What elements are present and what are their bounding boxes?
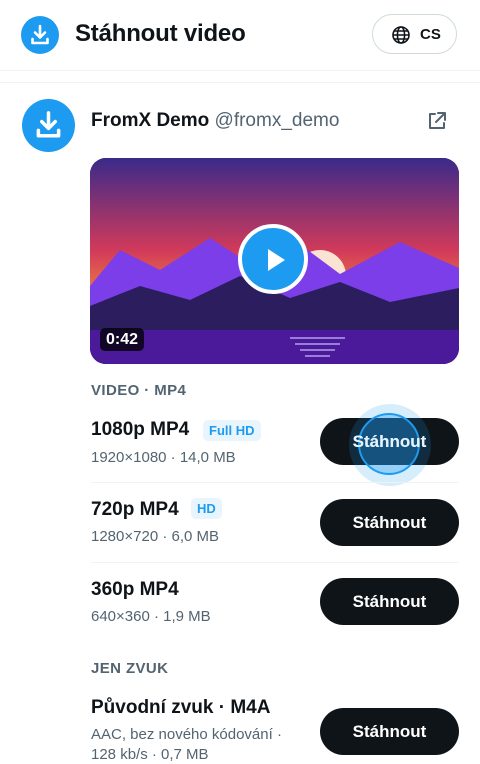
quality-badge: HD [191,498,222,519]
format-name: 720p MP4 [91,499,179,520]
format-name: Původní zvuk · M4A [91,697,271,718]
globe-icon [392,26,410,44]
section-label-audio: JEN ZVUK [91,660,169,677]
format-row-360p: 360p MP4 640×360 · 1,9 MB Stáhnout [91,576,459,636]
format-row-audio: Původní zvuk · M4A AAC, bez nového kódov… [91,694,459,764]
author-handle[interactable]: @fromx_demo [215,110,340,131]
download-icon [36,111,61,138]
play-button[interactable] [238,224,308,294]
language-label: CS [420,26,441,43]
format-name: 360p MP4 [91,579,179,600]
author-row: FromX Demo @fromx_demo [91,110,339,132]
play-icon [268,249,285,271]
format-name: 1080p MP4 [91,419,190,440]
row-divider [91,482,459,483]
external-link-icon[interactable] [426,110,448,137]
section-label-video: VIDEO · MP4 [91,382,187,399]
format-meta: 1920×1080 · 14,0 MB [91,449,236,466]
page-title: Stáhnout video [75,20,246,47]
download-button-360p[interactable]: Stáhnout [320,578,459,625]
header-divider [0,82,480,83]
avatar[interactable] [22,99,75,152]
format-meta: 1280×720 · 6,0 MB [91,528,220,545]
format-meta: AAC, bez nového kódování · [91,726,282,743]
download-icon [21,16,59,54]
format-meta: 640×360 · 1,9 MB [91,608,211,625]
format-row-720p: 720p MP4 HD 1280×720 · 6,0 MB Stáhnout [91,496,459,556]
language-button[interactable]: CS [372,14,457,54]
download-button-720p[interactable]: Stáhnout [320,499,459,546]
app-header: Stáhnout video CS [0,0,480,71]
download-button-audio[interactable]: Stáhnout [320,708,459,755]
row-divider [91,562,459,563]
author-name[interactable]: FromX Demo [91,110,209,131]
click-ripple-inner [358,413,420,475]
video-duration: 0:42 [100,328,145,351]
quality-badge: Full HD [203,420,261,441]
video-thumbnail[interactable]: 0:42 [90,158,459,364]
